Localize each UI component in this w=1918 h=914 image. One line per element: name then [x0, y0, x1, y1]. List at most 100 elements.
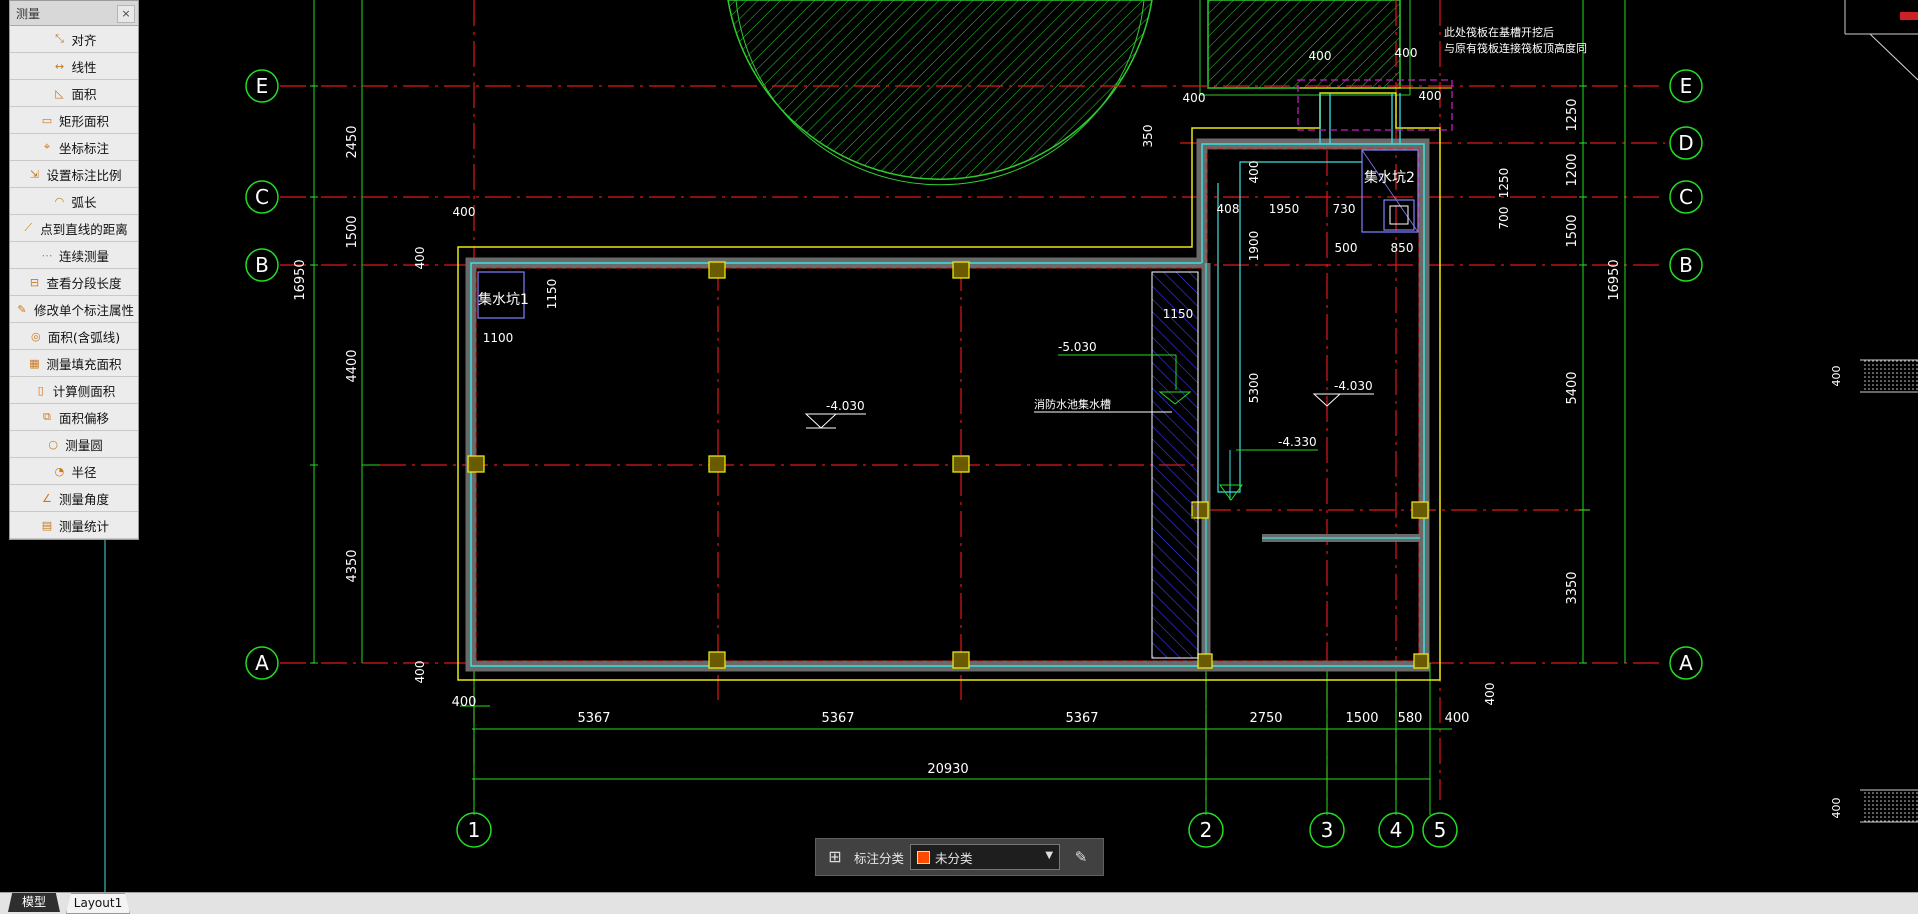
tab-layout1[interactable]: Layout1: [66, 893, 130, 914]
palette-item-label: 点到直线的距离: [40, 221, 128, 237]
palette-item-label: 测量统计: [58, 518, 109, 534]
edit-dim-icon: ✎: [17, 302, 27, 316]
palette-item-label: 查看分段长度: [46, 275, 122, 291]
svg-text:408: 408: [1217, 202, 1240, 216]
close-icon[interactable]: ×: [117, 5, 135, 23]
svg-text:400: 400: [1183, 91, 1206, 105]
svg-text:1500: 1500: [1565, 214, 1580, 247]
palette-item[interactable]: ⋯ 连续测量: [10, 242, 138, 269]
palette-item[interactable]: ▦ 测量填充面积: [10, 350, 138, 377]
palette-item-label: 弧长: [71, 194, 97, 210]
svg-text:集水坑2: 集水坑2: [1364, 169, 1415, 186]
palette-item[interactable]: ◠ 弧长: [10, 188, 138, 215]
palette-item[interactable]: ✎ 修改单个标注属性: [10, 296, 138, 323]
side-area-icon: ▯: [37, 383, 44, 397]
coordinate-icon: ⌖: [43, 140, 51, 153]
svg-text:3: 3: [1321, 818, 1334, 842]
svg-text:B: B: [1679, 253, 1693, 277]
edit-icon[interactable]: ✎: [1070, 846, 1092, 868]
svg-text:A: A: [1679, 651, 1693, 675]
svg-text:1900: 1900: [1247, 231, 1261, 262]
svg-text:400: 400: [413, 661, 427, 684]
svg-text:3350: 3350: [1565, 571, 1580, 604]
palette-item[interactable]: ↔ 线性: [10, 53, 138, 80]
palette-item[interactable]: ⟋ 点到直线的距离: [10, 215, 138, 242]
svg-text:集水坑1: 集水坑1: [478, 291, 529, 308]
hatched-rect: [1207, 0, 1401, 89]
palette-item[interactable]: ○ 测量圆: [10, 431, 138, 458]
palette-item[interactable]: ⊟ 查看分段长度: [10, 269, 138, 296]
layout-tab-bar: 模型 Layout1: [0, 892, 1918, 914]
svg-text:-4.030: -4.030: [1334, 379, 1373, 393]
svg-text:4: 4: [1390, 818, 1403, 842]
svg-text:-5.030: -5.030: [1058, 340, 1097, 354]
svg-text:730: 730: [1333, 202, 1356, 216]
svg-text:B: B: [255, 253, 269, 277]
palette-item[interactable]: ◔ 半径: [10, 458, 138, 485]
svg-text:2750: 2750: [1249, 711, 1282, 726]
svg-text:4350: 4350: [345, 549, 360, 582]
palette-item[interactable]: ∠ 测量角度: [10, 485, 138, 512]
svg-text:1950: 1950: [1269, 202, 1300, 216]
svg-text:2450: 2450: [345, 125, 360, 158]
svg-text:1: 1: [468, 818, 481, 842]
svg-text:-4.030: -4.030: [826, 399, 865, 413]
palette-item[interactable]: ◺ 面积: [10, 80, 138, 107]
palette-item-label: 测量填充面积: [46, 356, 122, 372]
palette-item-label: 设置标注比例: [46, 167, 122, 183]
svg-text:700: 700: [1497, 207, 1511, 230]
palette-item-label: 面积偏移: [58, 410, 109, 426]
palette-item-label: 计算侧面积: [52, 383, 116, 399]
svg-text:400: 400: [1830, 798, 1843, 819]
cad-drawing-canvas[interactable]: 集水坑1 集水坑2 -4.030 -5.030 -4.030 -4.330 消防…: [0, 0, 1918, 913]
svg-text:400: 400: [1419, 89, 1442, 103]
svg-text:1500: 1500: [345, 215, 360, 248]
palette-item[interactable]: ⌖ 坐标标注: [10, 134, 138, 161]
circle-icon: ○: [48, 437, 59, 451]
svg-text:1250: 1250: [1497, 168, 1511, 199]
note-line-1: 此处筏板在基槽开挖后: [1444, 25, 1554, 39]
svg-text:C: C: [255, 185, 269, 209]
fire-pool-hatch: [1151, 271, 1199, 659]
grid-menu-icon[interactable]: ⊞: [824, 846, 846, 868]
palette-item[interactable]: ▤ 测量统计: [10, 512, 138, 539]
align-dim-icon: ⤡: [55, 32, 64, 45]
palette-item[interactable]: ⤡ 对齐: [10, 26, 138, 53]
palette-item-label: 修改单个标注属性: [33, 302, 134, 318]
svg-text:C: C: [1679, 185, 1693, 209]
palette-item-label: 坐标标注: [58, 140, 109, 156]
linear-dim-icon: ↔: [54, 59, 65, 73]
svg-text:2: 2: [1200, 818, 1213, 842]
palette-item-label: 面积: [71, 86, 97, 102]
statistics-icon: ▤: [41, 518, 53, 532]
palette-item-label: 测量角度: [58, 491, 109, 507]
palette-item-label: 半径: [71, 464, 97, 480]
continuous-icon: ⋯: [41, 248, 53, 262]
svg-text:1150: 1150: [545, 279, 559, 310]
palette-item[interactable]: ▯ 计算侧面积: [10, 377, 138, 404]
angle-icon: ∠: [42, 491, 52, 505]
category-select[interactable]: 未分类 ▼: [910, 844, 1061, 870]
svg-text:16950: 16950: [1607, 259, 1622, 300]
svg-text:5: 5: [1434, 818, 1447, 842]
chevron-down-icon: ▼: [1045, 850, 1054, 861]
palette-item[interactable]: ▭ 矩形面积: [10, 107, 138, 134]
svg-text:1500: 1500: [1345, 711, 1378, 726]
svg-text:400: 400: [1483, 683, 1497, 706]
palette-item[interactable]: ⧉ 面积偏移: [10, 404, 138, 431]
tab-model[interactable]: 模型: [8, 893, 60, 912]
svg-text:A: A: [255, 651, 269, 675]
svg-text:500: 500: [1335, 241, 1358, 255]
svg-text:5400: 5400: [1565, 371, 1580, 404]
palette-title-bar[interactable]: 测量 ×: [10, 1, 138, 26]
palette-item[interactable]: ⇲ 设置标注比例: [10, 161, 138, 188]
palette-item[interactable]: ◎ 面积(含弧线): [10, 323, 138, 350]
palette-item-label: 面积(含弧线): [47, 329, 121, 345]
palette-item-label: 测量圆: [65, 437, 103, 453]
svg-text:D: D: [1678, 131, 1693, 155]
palette-item-label: 矩形面积: [58, 113, 109, 129]
palette-items: ⤡ 对齐 ↔ 线性 ◺ 面积 ▭ 矩形面积 ⌖ 坐标标注 ⇲ 设置标注比例 ◠ 弧长 ⟋ 点到直线的距离 ⋯ 连续…: [10, 26, 138, 539]
note-line-2: 与原有筏板连接筏板顶高度同: [1444, 41, 1587, 55]
palette-item-label: 连续测量: [58, 248, 109, 264]
svg-text:400: 400: [1247, 161, 1261, 184]
